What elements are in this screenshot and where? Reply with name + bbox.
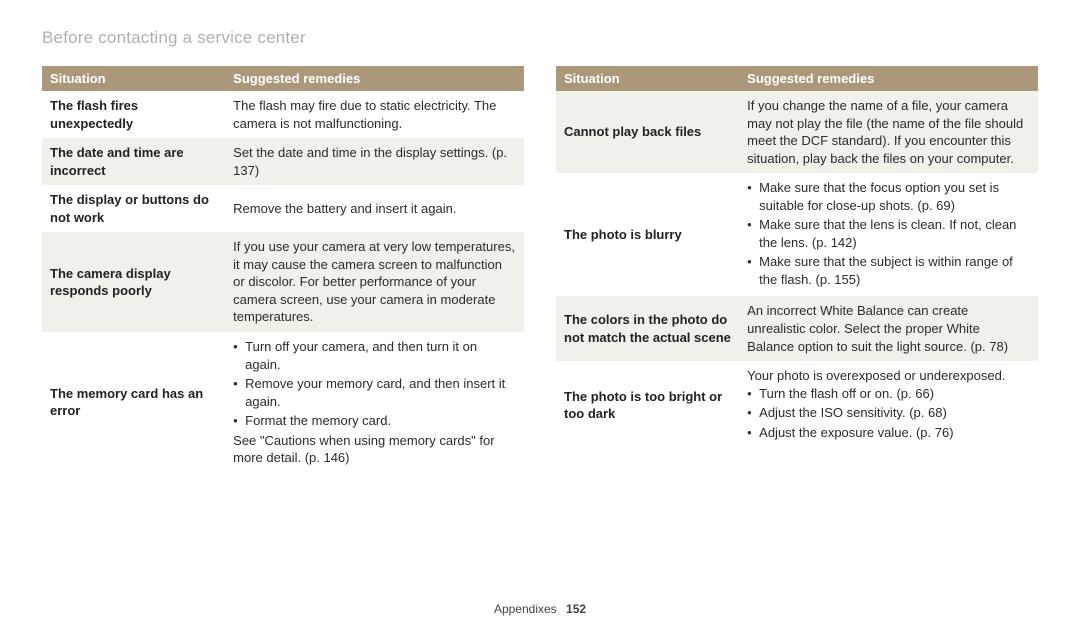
situation-cell: The colors in the photo do not match the… (556, 296, 739, 361)
list-item: Format the memory card. (233, 412, 516, 430)
footer-page-number: 152 (566, 602, 586, 616)
header-situation: Situation (556, 66, 739, 91)
list-item: Remove your memory card, and then insert… (233, 375, 516, 410)
table-row: The date and time are incorrect Set the … (42, 138, 524, 185)
remedy-cell: An incorrect White Balance can create un… (739, 296, 1038, 361)
remedy-bullets: Turn off your camera, and then turn it o… (233, 338, 516, 430)
list-item: Turn off your camera, and then turn it o… (233, 338, 516, 373)
list-item: Turn the flash off or on. (p. 66) (747, 385, 1030, 403)
situation-cell: The flash fires unexpectedly (42, 91, 225, 138)
remedy-bullets: Turn the flash off or on. (p. 66) Adjust… (747, 385, 1030, 442)
situation-cell: The photo is too bright or too dark (556, 361, 739, 449)
table-row: The display or buttons do not work Remov… (42, 185, 524, 232)
situation-cell: The date and time are incorrect (42, 138, 225, 185)
list-item: Make sure that the subject is within ran… (747, 253, 1030, 288)
header-remedies: Suggested remedies (739, 66, 1038, 91)
header-remedies: Suggested remedies (225, 66, 524, 91)
remedy-cell: Turn off your camera, and then turn it o… (225, 332, 524, 473)
situation-cell: The memory card has an error (42, 332, 225, 473)
remedy-lead: Your photo is overexposed or underexpose… (747, 367, 1030, 385)
table-row: The camera display responds poorly If yo… (42, 232, 524, 332)
table-row: The flash fires unexpectedly The flash m… (42, 91, 524, 138)
remedy-cell: Make sure that the focus option you set … (739, 173, 1038, 296)
table-row: The photo is too bright or too dark Your… (556, 361, 1038, 449)
table-row: The colors in the photo do not match the… (556, 296, 1038, 361)
remedy-cell: The flash may fire due to static electri… (225, 91, 524, 138)
page-footer: Appendixes 152 (0, 602, 1080, 616)
situation-cell: The photo is blurry (556, 173, 739, 296)
table-row: Cannot play back files If you change the… (556, 91, 1038, 173)
remedy-bullets: Make sure that the focus option you set … (747, 179, 1030, 288)
table-row: The memory card has an error Turn off yo… (42, 332, 524, 473)
remedy-cell: Remove the battery and insert it again. (225, 185, 524, 232)
table-row: The photo is blurry Make sure that the f… (556, 173, 1038, 296)
remedy-cell: If you change the name of a file, your c… (739, 91, 1038, 173)
list-item: Make sure that the focus option you set … (747, 179, 1030, 214)
situation-cell: Cannot play back files (556, 91, 739, 173)
left-column: Situation Suggested remedies The flash f… (42, 66, 524, 473)
remedy-tail: See "Cautions when using memory cards" f… (233, 432, 516, 467)
troubleshoot-table-right: Situation Suggested remedies Cannot play… (556, 66, 1038, 449)
situation-cell: The display or buttons do not work (42, 185, 225, 232)
list-item: Adjust the ISO sensitivity. (p. 68) (747, 404, 1030, 422)
remedy-cell: Set the date and time in the display set… (225, 138, 524, 185)
page-title: Before contacting a service center (42, 28, 1038, 48)
situation-cell: The camera display responds poorly (42, 232, 225, 332)
header-situation: Situation (42, 66, 225, 91)
list-item: Make sure that the lens is clean. If not… (747, 216, 1030, 251)
right-column: Situation Suggested remedies Cannot play… (556, 66, 1038, 473)
troubleshoot-table-left: Situation Suggested remedies The flash f… (42, 66, 524, 473)
remedy-cell: Your photo is overexposed or underexpose… (739, 361, 1038, 449)
remedy-cell: If you use your camera at very low tempe… (225, 232, 524, 332)
content-columns: Situation Suggested remedies The flash f… (42, 66, 1038, 473)
list-item: Adjust the exposure value. (p. 76) (747, 424, 1030, 442)
footer-section: Appendixes (494, 602, 557, 616)
